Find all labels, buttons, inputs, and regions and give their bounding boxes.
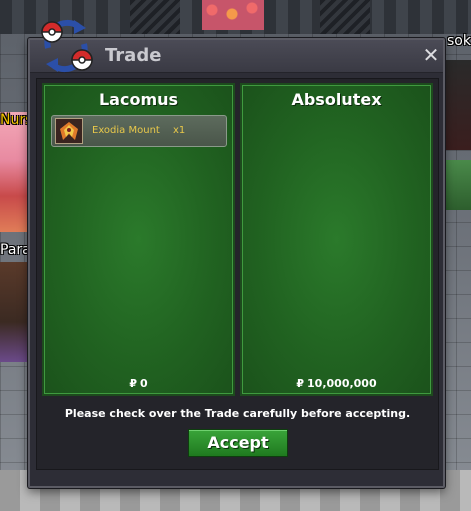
trade-item[interactable]: Exodia Mount x1 (51, 115, 227, 147)
accept-button[interactable]: Accept (188, 429, 288, 457)
trade-body: Lacomus Exodia Mount x1 ₽0 Absolutex ₽ 1… (36, 78, 439, 470)
trade-notice: Please check over the Trade carefully be… (64, 407, 411, 420)
wall-pillar (130, 0, 180, 34)
right-money-value: 10,000,000 (307, 377, 377, 390)
left-money: ₽0 (44, 377, 233, 390)
trade-logo-icon (41, 19, 93, 73)
offer-panel-right: Absolutex ₽10,000,000 (240, 83, 433, 396)
offer-panel-left: Lacomus Exodia Mount x1 ₽0 (42, 83, 235, 396)
flower-bed (202, 0, 264, 30)
npc-name-tag: Nurse (0, 112, 31, 128)
item-name: Exodia Mount (92, 125, 160, 136)
trade-window: Trade ✕ Lacomus Exodia Mount x1 ₽ 0 Abso… (28, 19, 445, 488)
player-sprite-right (446, 60, 471, 150)
right-money: ₽10,000,000 (242, 377, 431, 390)
item-quantity: x1 (173, 125, 186, 136)
right-player-name: Absolutex (291, 90, 382, 109)
close-button[interactable]: ✕ (422, 45, 440, 65)
pokemon-sprite (446, 160, 471, 210)
player-name-tag-right: sok (447, 33, 471, 49)
currency-icon: ₽ (129, 377, 137, 390)
player-sprite (0, 262, 30, 362)
left-money-value: 0 (140, 377, 148, 390)
wall-pillar (320, 0, 370, 34)
left-player-name: Lacomus (98, 90, 179, 109)
player-name-tag: Para (0, 242, 31, 258)
currency-icon: ₽ (296, 377, 305, 390)
window-title: Trade (105, 45, 162, 66)
pokeball-icon (71, 49, 93, 71)
exodia-mount-icon (55, 118, 83, 144)
pokeball-icon (41, 21, 63, 43)
